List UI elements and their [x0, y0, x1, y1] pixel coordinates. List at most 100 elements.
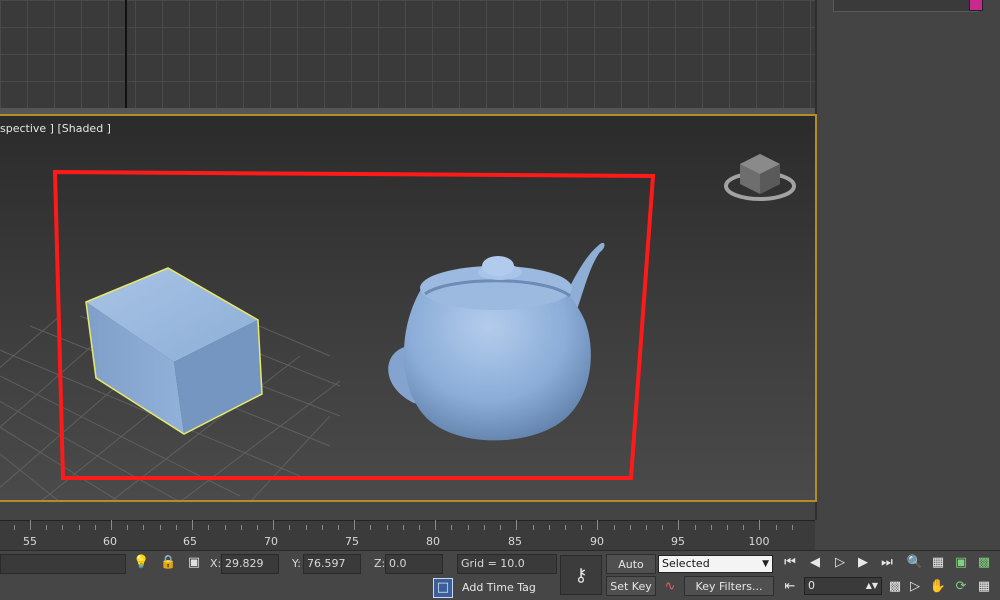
current-frame-field[interactable]: 0 ▲▼ — [804, 577, 882, 595]
zoom-extents-icon[interactable]: ▣ — [951, 553, 971, 573]
x-label: X: — [210, 557, 222, 570]
timeline-tick — [645, 525, 647, 530]
timeline-tick — [727, 525, 729, 530]
timeline-tick — [127, 525, 129, 530]
y-coordinate-field[interactable]: 76.597 — [303, 554, 361, 574]
timeline-tick — [597, 520, 599, 530]
timeline-tick — [240, 525, 242, 530]
command-panel — [815, 0, 1000, 520]
timeline-tick — [402, 525, 404, 530]
status-bar: 💡 🔒 ▣ X: 29.829 Y: 76.597 Z: 0.0 Grid = … — [0, 550, 1000, 600]
zoom-all-icon[interactable]: ▦ — [928, 553, 948, 573]
timeline-tick — [483, 525, 485, 530]
timeline-tick — [629, 525, 631, 530]
timeline-tick — [94, 525, 96, 530]
zoom-extents-all-icon[interactable]: ▩ — [974, 553, 994, 573]
timeline-ruler[interactable]: 55 60 65 70 75 80 85 90 95 100 — [0, 520, 815, 550]
pan-view-icon[interactable]: ✋ — [928, 577, 948, 597]
top-viewport[interactable] — [0, 0, 815, 108]
tick-label: 95 — [671, 535, 685, 548]
timeline-tick — [143, 525, 145, 530]
timeline-tick — [581, 525, 583, 530]
tick-label: 90 — [590, 535, 604, 548]
timeline-tick — [613, 525, 615, 530]
timeline-tick — [46, 525, 48, 530]
timeline-tick — [435, 520, 437, 530]
perspective-viewport[interactable]: spective ] [Shaded ] — [0, 114, 817, 502]
viewport-scene — [0, 154, 796, 500]
prompt-line[interactable] — [0, 554, 126, 574]
top-viewport-axis — [125, 0, 127, 108]
play-icon[interactable]: ▷ — [830, 553, 850, 573]
timeline-tick — [256, 525, 258, 530]
app-window: spective ] [Shaded ] 55 60 65 70 75 80 8… — [0, 0, 1000, 600]
timeline-tick — [208, 525, 210, 530]
tick-label: 75 — [345, 535, 359, 548]
next-frame-icon[interactable]: ▶ — [853, 553, 873, 573]
tick-label: 100 — [748, 535, 770, 548]
key-filters-button[interactable]: Key Filters... — [684, 576, 774, 596]
auto-key-button[interactable]: Auto Key — [606, 554, 656, 591]
timeline-tick — [386, 525, 388, 530]
viewcube-icon[interactable] — [724, 154, 796, 201]
object-color-swatch[interactable] — [969, 0, 983, 11]
timeline-tick — [337, 525, 339, 530]
time-configuration-icon[interactable]: ▩ — [885, 577, 905, 597]
absolute-mode-icon[interactable]: ▣ — [186, 554, 202, 572]
tick-label: 65 — [183, 535, 197, 548]
previous-frame-icon[interactable]: ◀ — [805, 553, 825, 573]
timeline-tick — [743, 525, 745, 530]
timeline-tick — [30, 520, 31, 530]
chevron-down-icon: ▼ — [762, 559, 769, 569]
timeline-tick — [451, 525, 453, 530]
add-time-tag-button[interactable]: Add Time Tag — [457, 578, 557, 598]
orbit-icon[interactable]: ⟳ — [951, 577, 971, 597]
set-key-button[interactable]: Set Key — [606, 576, 656, 596]
curve-editor-icon[interactable]: ∿ — [660, 578, 680, 596]
timeline-spacer — [815, 520, 1000, 550]
timeline-tick — [759, 520, 761, 530]
z-label: Z: — [374, 557, 386, 570]
field-of-view-icon[interactable]: ▷ — [905, 577, 925, 597]
timeline-tick — [273, 520, 275, 530]
timeline-tick — [354, 520, 356, 530]
x-coordinate-field[interactable]: 29.829 — [221, 554, 279, 574]
timeline-tick — [419, 525, 421, 530]
key-mode-toggle-icon[interactable]: ⇤ — [780, 577, 800, 597]
zoom-icon[interactable]: 🔍 — [905, 553, 925, 573]
timeline-tick — [111, 520, 113, 530]
go-to-start-icon[interactable]: ⏮ — [780, 553, 800, 573]
timeline-tick — [532, 525, 534, 530]
timeline-tick — [775, 525, 777, 530]
timeline-tick — [710, 525, 712, 530]
box-object[interactable] — [85, 267, 263, 435]
tick-label: 60 — [103, 535, 117, 548]
timeline-tick — [159, 525, 161, 530]
z-coordinate-field[interactable]: 0.0 — [385, 554, 443, 574]
timeline-tick — [289, 525, 291, 530]
go-to-end-icon[interactable]: ⏭ — [877, 553, 897, 573]
tick-label: 70 — [264, 535, 278, 548]
lock-icon[interactable]: 🔒 — [160, 554, 176, 572]
timeline-tick — [224, 525, 226, 530]
timeline-tick — [78, 525, 80, 530]
maximize-viewport-icon[interactable]: ▦ — [974, 577, 994, 597]
teapot-object[interactable] — [388, 242, 605, 441]
timeline-tick — [175, 525, 177, 530]
key-mode-selected-value: Selected — [662, 557, 710, 570]
object-name-field[interactable] — [833, 0, 978, 12]
timeline-tick — [694, 525, 696, 530]
timeline-tick — [662, 525, 664, 530]
timeline-tick — [467, 525, 469, 530]
key-mode-select[interactable]: Selected ▼ — [658, 555, 773, 573]
current-frame-value: 0 — [808, 579, 815, 592]
set-key-icon[interactable]: ⚷ — [560, 555, 602, 595]
timeline-tick — [370, 525, 372, 530]
timeline-tick — [548, 525, 550, 530]
lightbulb-icon[interactable]: 💡 — [133, 554, 149, 572]
tick-label: 55 — [23, 535, 37, 548]
timeline-tick — [678, 520, 680, 530]
spinner-icon[interactable]: ▲▼ — [866, 578, 878, 594]
viewport-label[interactable]: spective ] [Shaded ] — [0, 122, 111, 135]
time-tag-icon[interactable]: □ — [433, 578, 453, 598]
